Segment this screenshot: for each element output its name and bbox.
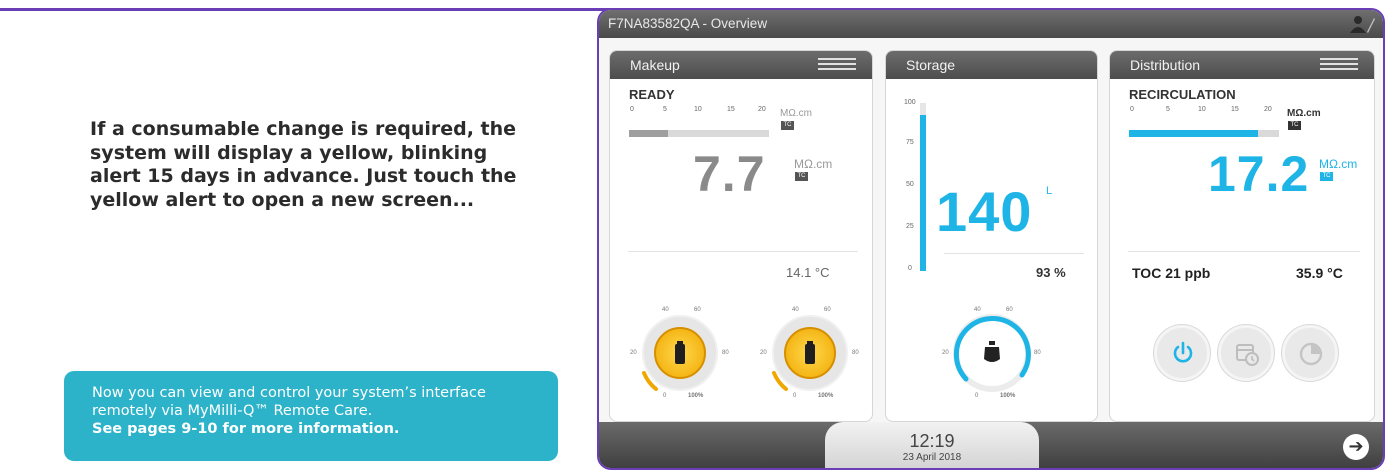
distribution-value-unit: MΩ.cm	[1319, 157, 1358, 171]
makeup-header: Makeup	[610, 51, 872, 79]
distribution-scale-tc: TC	[1288, 121, 1301, 130]
distribution-scale-unit: MΩ.cm	[1287, 108, 1321, 119]
clock-tab[interactable]: 12:19 23 April 2018	[825, 422, 1039, 468]
top-divider	[0, 8, 610, 11]
distribution-panel[interactable]: Distribution RECIRCULATION 0 5 10 15 20 …	[1109, 50, 1375, 422]
storage-scale-0: 0	[908, 265, 912, 272]
distribution-toc: TOC 21 ppb	[1132, 265, 1211, 281]
makeup-panel[interactable]: Makeup READY 0 5 10 15 20 MΩ.cm TC 7.7 M…	[609, 50, 873, 422]
distribution-menu-icon[interactable]	[1320, 58, 1358, 72]
makeup-scale-unit: MΩ.cm	[780, 108, 812, 119]
makeup-scale-0: 0	[630, 106, 634, 113]
makeup-scale-15: 15	[727, 106, 735, 113]
distribution-scale-15: 15	[1231, 106, 1239, 113]
distribution-title: Distribution	[1130, 57, 1201, 73]
arrow-right-icon: ➔	[1348, 436, 1364, 457]
distribution-scale-5: 5	[1166, 106, 1170, 113]
makeup-resistivity-bar	[629, 130, 769, 137]
storage-header: Storage	[886, 51, 1097, 79]
storage-panel[interactable]: Storage 100 75 50 25 0 140 L 93 % 40 60 …	[885, 50, 1098, 422]
user-icon[interactable]	[1349, 15, 1375, 33]
distribution-temperature: 35.9 °C	[1296, 265, 1343, 281]
distribution-divider	[1128, 251, 1360, 252]
makeup-scale-5: 5	[663, 106, 667, 113]
makeup-gauge-1-arc	[642, 371, 658, 391]
storage-scale-25: 25	[906, 223, 914, 230]
distribution-scale-10: 10	[1198, 106, 1206, 113]
storage-scale-50: 50	[906, 181, 914, 188]
timer-button[interactable]	[1282, 325, 1338, 381]
storage-tank-gauge[interactable]: 40 60 20 80 0 100%	[942, 303, 1042, 403]
makeup-scale-tc: TC	[781, 121, 794, 130]
distribution-scale-0: 0	[1130, 106, 1134, 113]
power-button[interactable]	[1154, 325, 1210, 381]
storage-level-track	[920, 103, 926, 271]
storage-level-fill	[920, 114, 926, 271]
makeup-cartridge-gauge-1[interactable]: 40 60 20 80 0 100%	[630, 303, 730, 403]
distribution-resistivity-fill	[1129, 130, 1258, 137]
title-bar: F7NA83582QA - Overview	[599, 10, 1383, 38]
makeup-state: READY	[629, 87, 675, 102]
makeup-divider	[628, 251, 858, 252]
makeup-resistivity-value: 7.7	[693, 146, 766, 202]
makeup-scale-20: 20	[758, 106, 766, 113]
storage-volume-value: 140	[936, 180, 1033, 243]
makeup-resistivity-fill	[629, 130, 669, 137]
makeup-title: Makeup	[630, 57, 680, 73]
tank-icon	[984, 341, 1000, 362]
next-arrow-button[interactable]: ➔	[1343, 434, 1369, 460]
intro-paragraph: If a consumable change is required, the …	[90, 118, 517, 211]
storage-divider	[944, 253, 1084, 254]
makeup-value-unit: MΩ.cm	[794, 157, 833, 171]
storage-scale-100: 100	[904, 99, 916, 106]
makeup-value-tc: TC	[795, 172, 808, 181]
clock-date: 23 April 2018	[902, 452, 962, 463]
distribution-header: Distribution	[1110, 51, 1374, 79]
remote-care-callout: Now you can view and control your system…	[64, 371, 558, 461]
storage-percent: 93 %	[1036, 265, 1066, 280]
schedule-button[interactable]	[1218, 325, 1274, 381]
storage-title: Storage	[906, 57, 956, 73]
clock-time: 12:19	[909, 431, 955, 451]
page: If a consumable change is required, the …	[0, 0, 1391, 476]
distribution-state: RECIRCULATION	[1129, 87, 1236, 102]
distribution-resistivity-value: 17.2	[1208, 146, 1310, 202]
makeup-gauge-2-arc	[772, 371, 788, 391]
makeup-temperature: 14.1 °C	[786, 265, 830, 280]
power-icon	[1173, 341, 1193, 363]
window-title: F7NA83582QA - Overview	[608, 16, 768, 31]
storage-volume-unit: L	[1046, 185, 1053, 197]
overview-screen: Makeup READY 0 5 10 15 20 MΩ.cm TC 7.7 M…	[599, 38, 1383, 422]
makeup-menu-icon[interactable]	[818, 58, 856, 72]
distribution-scale-20: 20	[1264, 106, 1272, 113]
makeup-cartridge-gauge-2[interactable]: 40 60 20 80 0 100%	[760, 303, 860, 403]
makeup-scale-10: 10	[694, 106, 702, 113]
pie-timer-icon	[1299, 342, 1323, 366]
device-screen: F7NA83582QA - Overview Makeup READY 0 5 …	[597, 8, 1385, 470]
callout-text: Now you can view and control your system…	[92, 385, 486, 419]
storage-scale-75: 75	[906, 139, 914, 146]
calendar-clock-icon	[1236, 344, 1259, 366]
callout-link-text: See pages 9-10 for more information.	[92, 421, 400, 437]
distribution-value-tc: TC	[1320, 172, 1333, 181]
distribution-resistivity-bar	[1129, 130, 1279, 137]
